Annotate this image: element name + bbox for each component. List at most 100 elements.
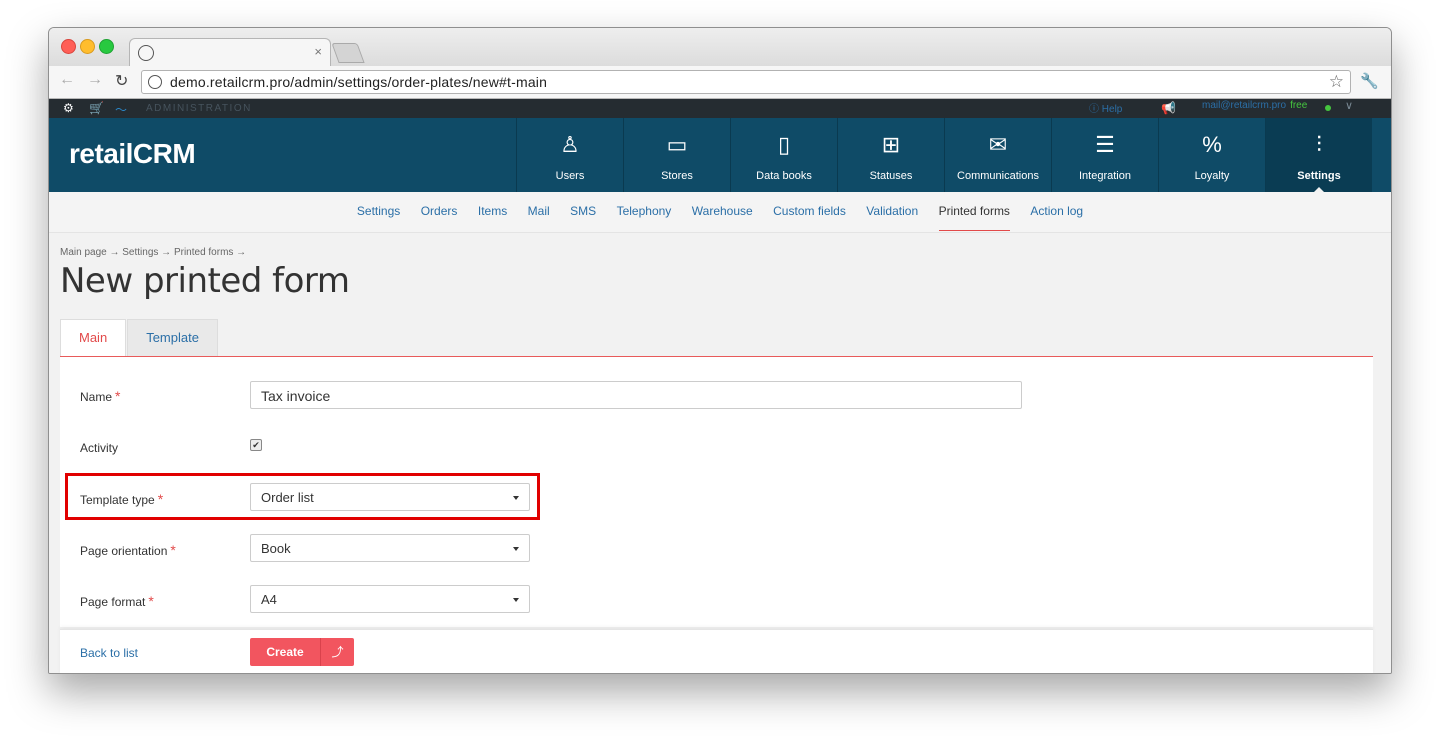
subnav-items[interactable]: Items — [478, 192, 507, 230]
user-email[interactable]: mail@retailcrm.pro free — [1202, 100, 1307, 111]
envelope-icon: ✉ — [988, 132, 1008, 157]
page-content: Main page → Settings → Printed forms → N… — [49, 233, 1391, 673]
sliders-icon: ⫶ — [1316, 132, 1322, 157]
nav-label: Integration — [1079, 170, 1131, 182]
chevron-down-icon[interactable]: ∨ — [1345, 99, 1353, 112]
help-link[interactable]: ⓘ Help — [1089, 100, 1122, 115]
format-row: Page format * — [80, 593, 154, 609]
subnav-validation[interactable]: Validation — [866, 192, 918, 230]
orientation-select[interactable]: Book — [250, 534, 530, 562]
orientation-label: Page orientation — [80, 544, 168, 558]
tab-template[interactable]: Template — [127, 319, 218, 356]
activity-label: Activity — [80, 441, 119, 455]
format-select[interactable]: A4 — [250, 585, 530, 613]
form-panel: Name * Tax invoice Activity ✔ Template ty… — [60, 357, 1373, 627]
create-button[interactable]: Create ⤴ — [250, 638, 354, 666]
help-label: Help — [1101, 104, 1123, 115]
nav-item-loyalty[interactable]: % Loyalty — [1158, 118, 1265, 192]
create-label: Create — [266, 645, 304, 659]
store-window-icon: ▭ — [666, 132, 688, 157]
back-arrow-icon[interactable]: ← — [59, 71, 75, 89]
name-input[interactable]: Tax invoice — [250, 381, 1022, 409]
form-tabs: Main Template — [60, 319, 219, 356]
section-label: ADMINISTRATION — [146, 103, 252, 114]
form-footer: Back to list Create ⤴ — [60, 629, 1373, 673]
reload-icon[interactable]: ↻ — [115, 71, 128, 91]
subnav-mail[interactable]: Mail — [528, 192, 550, 230]
nav-label: Communications — [957, 170, 1039, 182]
subnav-settings[interactable]: Settings — [357, 192, 400, 230]
main-nav: ♙ Users ▭ Stores ▯ Data books ⊞ Statuses… — [516, 118, 1372, 192]
user-icon: ♙ — [560, 132, 580, 157]
subnav-telephony[interactable]: Telephony — [617, 192, 672, 230]
minimize-window-button[interactable] — [80, 39, 95, 54]
page-title: New printed form — [60, 261, 350, 301]
required-mark: * — [148, 593, 154, 609]
nav-item-data-books[interactable]: ▯ Data books — [730, 118, 837, 192]
browser-tab[interactable]: × — [129, 38, 331, 67]
browser-titlebar: × — [49, 28, 1391, 67]
browser-toolbar: ← → ↻ demo.retailcrm.pro/admin/settings/… — [49, 66, 1391, 99]
book-icon: ▯ — [777, 132, 791, 157]
megaphone-icon[interactable]: 📢 — [1161, 101, 1176, 115]
percent-tag-icon: % — [1202, 132, 1222, 157]
cart-icon[interactable]: 🛒 — [89, 101, 104, 115]
address-bar[interactable]: demo.retailcrm.pro/admin/settings/order-… — [141, 70, 1351, 94]
subnav-printed-forms[interactable]: Printed forms — [938, 192, 1010, 231]
admin-topbar: ⚙ 🛒 〜 ADMINISTRATION ⓘ Help 📢 mail@retai… — [49, 99, 1391, 118]
nav-item-integration[interactable]: ☰ Integration — [1051, 118, 1158, 192]
subnav-action-log[interactable]: Action log — [1030, 192, 1083, 230]
nav-item-users[interactable]: ♙ Users — [516, 118, 623, 192]
activity-checkbox[interactable]: ✔ — [250, 439, 262, 451]
forward-arrow-icon[interactable]: → — [87, 71, 103, 89]
subnav-orders[interactable]: Orders — [421, 192, 458, 230]
caret-down-icon — [513, 598, 519, 602]
nav-item-statuses[interactable]: ⊞ Statuses — [837, 118, 944, 192]
nav-label: Settings — [1297, 170, 1341, 182]
subnav-custom-fields[interactable]: Custom fields — [773, 192, 846, 230]
template-type-row: Template type * — [80, 491, 163, 507]
nav-item-communications[interactable]: ✉ Communications — [944, 118, 1051, 192]
wrench-icon[interactable]: 🔧 — [1360, 72, 1379, 90]
browser-window: × ← → ↻ demo.retailcrm.pro/admin/setting… — [48, 27, 1392, 674]
plan-badge: free — [1290, 100, 1308, 111]
subnav-warehouse[interactable]: Warehouse — [692, 192, 753, 230]
format-label: Page format — [80, 595, 146, 609]
close-window-button[interactable] — [61, 39, 76, 54]
required-mark: * — [115, 388, 121, 404]
create-options-arrow-icon[interactable]: ⤴ — [321, 638, 354, 666]
globe-icon — [138, 45, 154, 61]
orientation-value: Book — [261, 541, 291, 556]
required-mark: * — [157, 491, 164, 507]
subnav-sms[interactable]: SMS — [570, 192, 596, 230]
url-text: demo.retailcrm.pro/admin/settings/order-… — [170, 74, 548, 90]
gear-icon[interactable]: ⚙ — [63, 101, 74, 115]
caret-down-icon — [513, 496, 519, 500]
zoom-window-button[interactable] — [99, 39, 114, 54]
chart-icon[interactable]: 〜 — [115, 101, 127, 118]
template-type-value: Order list — [261, 490, 314, 505]
online-status-dot — [1325, 105, 1331, 111]
email-text: mail@retailcrm.pro — [1202, 100, 1287, 111]
breadcrumb[interactable]: Main page → Settings → Printed forms → — [60, 247, 246, 258]
settings-subnav: Settings Orders Items Mail SMS Telephony… — [49, 192, 1391, 233]
globe-icon — [148, 75, 162, 89]
back-to-list-link[interactable]: Back to list — [80, 646, 138, 660]
new-tab-button[interactable] — [331, 43, 365, 63]
nav-label: Users — [555, 170, 585, 182]
bookmark-star-icon[interactable]: ☆ — [1329, 72, 1344, 92]
close-tab-icon[interactable]: × — [314, 44, 322, 59]
name-row: Name * — [80, 388, 120, 404]
name-label: Name — [80, 390, 113, 404]
template-type-select[interactable]: Order list — [250, 483, 530, 511]
nav-item-settings[interactable]: ⫶ Settings — [1265, 118, 1372, 192]
tab-main[interactable]: Main — [60, 319, 127, 356]
retailcrm-logo[interactable]: retailCRM — [69, 138, 196, 170]
template-type-label: Template type — [80, 493, 155, 507]
caret-down-icon — [513, 547, 519, 551]
main-header: retailCRM ♙ Users ▭ Stores ▯ Data books … — [49, 118, 1391, 192]
nav-item-stores[interactable]: ▭ Stores — [623, 118, 730, 192]
format-value: A4 — [261, 592, 277, 607]
orientation-row: Page orientation * — [80, 542, 176, 558]
nav-label: Data books — [756, 170, 812, 182]
